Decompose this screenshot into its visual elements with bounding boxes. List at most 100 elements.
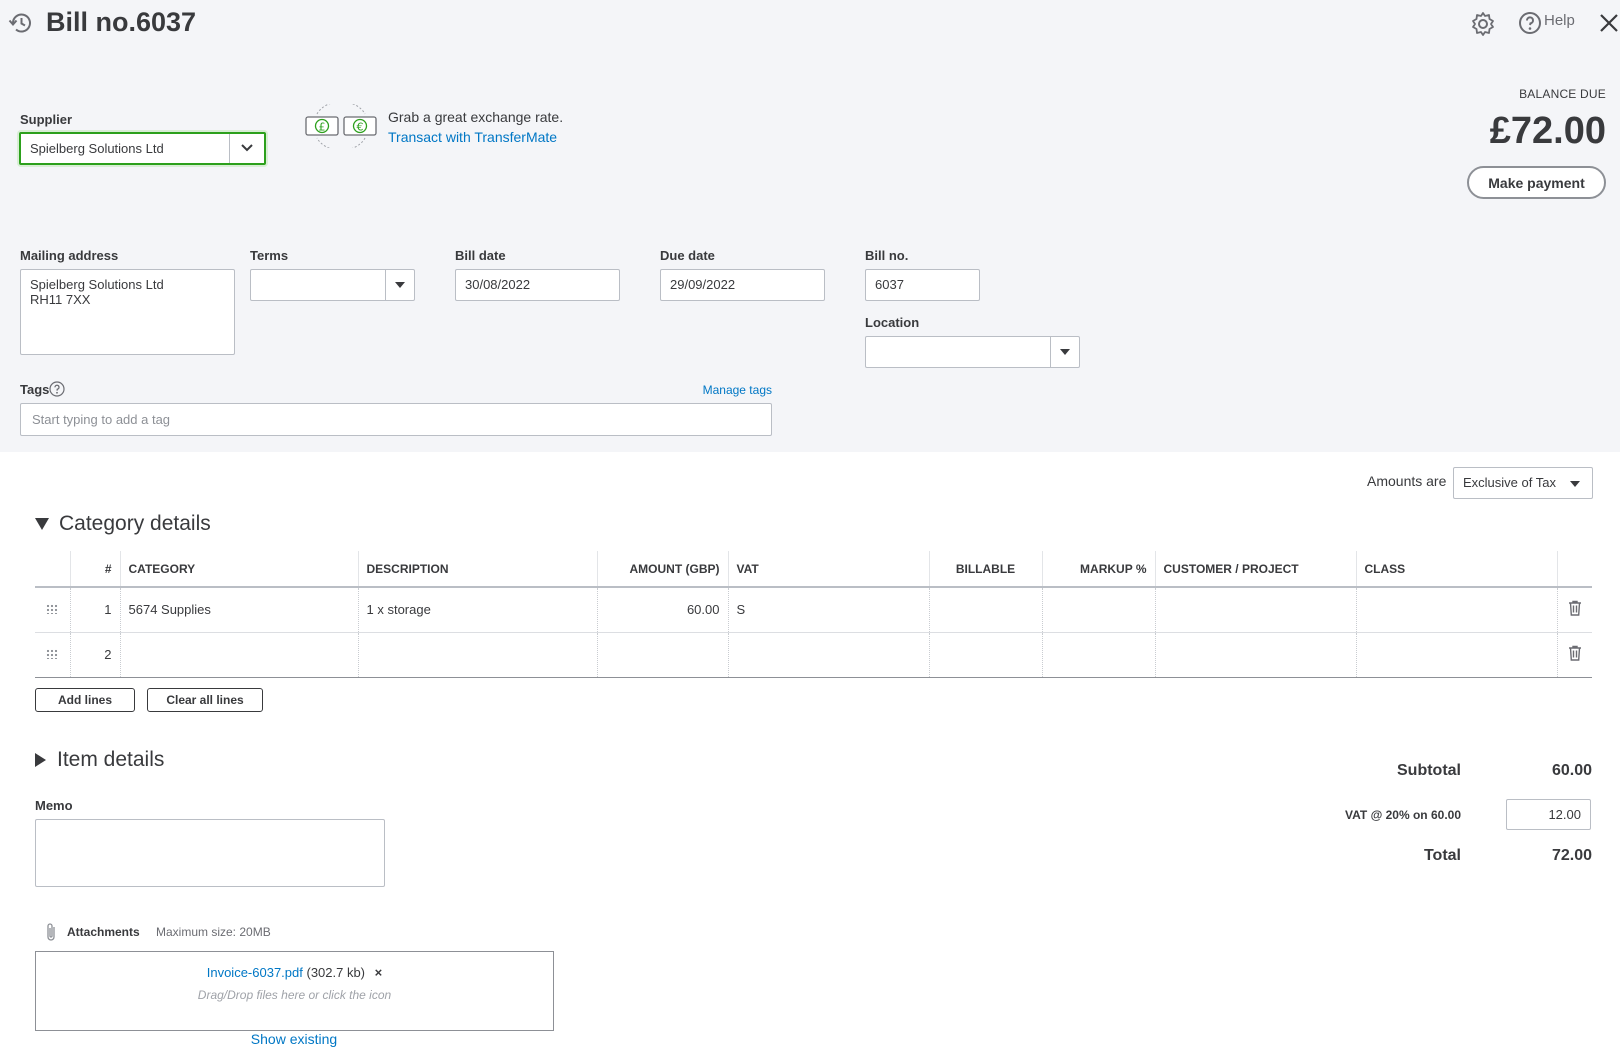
row-description[interactable] — [357, 632, 597, 678]
col-amount: AMOUNT (GBP) — [596, 551, 728, 588]
table-row[interactable]: 2 — [35, 632, 1592, 678]
col-vat: VAT — [727, 551, 929, 588]
row-billable[interactable] — [928, 587, 1042, 633]
svg-text:£: £ — [319, 121, 326, 134]
help-label: Help — [1544, 12, 1575, 29]
vat-amount-field[interactable]: 12.00 — [1506, 799, 1591, 830]
row-number: 2 — [69, 632, 120, 678]
row-description[interactable]: 1 x storage — [357, 587, 597, 633]
total-value: 72.00 — [1551, 847, 1592, 864]
location-dropdown-toggle[interactable] — [1050, 337, 1079, 367]
location-select[interactable] — [865, 336, 1080, 368]
table-header-row: # CATEGORY DESCRIPTION AMOUNT (GBP) VAT … — [35, 551, 1592, 588]
caret-down-icon — [1060, 349, 1070, 355]
category-details-toggle[interactable]: Category details — [35, 512, 211, 536]
row-delete-cell[interactable] — [1556, 632, 1592, 678]
supplier-select[interactable]: Spielberg Solutions Ltd — [19, 132, 266, 165]
row-markup[interactable] — [1041, 587, 1155, 633]
paperclip-icon[interactable] — [45, 922, 57, 942]
terms-select[interactable] — [250, 269, 415, 301]
trash-icon[interactable] — [1568, 645, 1582, 664]
row-vat[interactable]: S — [727, 587, 929, 633]
vat-label: VAT @ 20% on 60.00 — [1345, 808, 1461, 822]
bill-date-field[interactable]: 30/08/2022 — [455, 269, 620, 301]
bill-no-field[interactable]: 6037 — [865, 269, 980, 301]
row-customer-project[interactable] — [1154, 632, 1356, 678]
mailing-address-field[interactable]: Spielberg Solutions Ltd RH11 7XX — [20, 269, 235, 355]
table-row[interactable]: 1 5674 Supplies 1 x storage 60.00 S — [35, 587, 1592, 633]
drag-handle-icon[interactable] — [46, 649, 59, 659]
exchange-icon: £ € — [303, 101, 379, 151]
balance-due-label: BALANCE DUE — [1519, 87, 1606, 101]
memo-field[interactable] — [35, 819, 385, 887]
mailing-address-label: Mailing address — [20, 248, 119, 263]
row-amount[interactable]: 60.00 — [596, 587, 728, 633]
col-markup: MARKUP % — [1041, 551, 1155, 588]
total-label: Total — [1423, 847, 1461, 864]
tags-input[interactable]: Start typing to add a tag — [20, 403, 772, 436]
gear-icon[interactable] — [1470, 11, 1496, 37]
item-details-title: Item details — [57, 748, 165, 771]
amounts-are-select[interactable]: Exclusive of Tax — [1453, 467, 1593, 499]
row-vat[interactable] — [727, 632, 929, 678]
clear-all-lines-button[interactable]: Clear all lines — [147, 688, 263, 712]
caret-down-icon — [1570, 481, 1580, 487]
balance-due-amount: £72.00 — [1489, 110, 1606, 152]
attachments-label: Attachments — [67, 925, 140, 939]
history-icon[interactable] — [8, 10, 34, 36]
dropzone-hint: Drag/Drop files here or click the icon — [197, 988, 392, 1002]
row-drag-cell[interactable] — [35, 587, 70, 633]
make-payment-button[interactable]: Make payment — [1467, 166, 1606, 199]
due-date-label: Due date — [660, 248, 715, 263]
due-date-field[interactable]: 29/09/2022 — [660, 269, 825, 301]
row-billable[interactable] — [928, 632, 1042, 678]
question-icon[interactable] — [49, 381, 65, 397]
transfermate-link[interactable]: Transact with TransferMate — [388, 129, 557, 145]
row-markup[interactable] — [1041, 632, 1155, 678]
caret-down-icon — [35, 518, 49, 530]
subtotal-value: 60.00 — [1551, 762, 1592, 779]
bill-header-panel — [0, 0, 1620, 452]
close-icon[interactable] — [1599, 13, 1619, 33]
row-delete-cell[interactable] — [1556, 587, 1592, 633]
row-class[interactable] — [1355, 632, 1557, 678]
subtotal-label: Subtotal — [1397, 762, 1461, 779]
attachments-dropzone[interactable]: Invoice-6037.pdf (302.7 kb) × Drag/Drop … — [35, 951, 554, 1031]
bill-date-label: Bill date — [455, 248, 506, 263]
row-drag-cell[interactable] — [35, 632, 70, 678]
col-billable: BILLABLE — [928, 551, 1042, 588]
tags-placeholder: Start typing to add a tag — [32, 412, 171, 427]
col-number: # — [69, 551, 120, 588]
remove-attachment-icon[interactable]: × — [375, 965, 383, 980]
svg-text:€: € — [357, 121, 364, 134]
caret-right-icon — [35, 753, 46, 767]
row-category[interactable]: 5674 Supplies — [119, 587, 358, 633]
col-category: CATEGORY — [119, 551, 358, 588]
help-icon — [1518, 11, 1542, 35]
show-existing-link[interactable]: Show existing — [0, 1031, 588, 1047]
col-customer-project: CUSTOMER / PROJECT — [1154, 551, 1356, 588]
trash-icon[interactable] — [1568, 600, 1582, 619]
terms-dropdown-toggle[interactable] — [385, 270, 414, 300]
item-details-toggle[interactable]: Item details — [35, 748, 164, 772]
chevron-down-icon — [240, 140, 254, 158]
attachment-file: Invoice-6037.pdf (302.7 kb) × — [36, 965, 553, 980]
row-category[interactable] — [119, 632, 358, 678]
col-description: DESCRIPTION — [357, 551, 597, 588]
amounts-are-label: Amounts are — [1367, 473, 1447, 489]
supplier-dropdown-toggle[interactable] — [229, 134, 264, 163]
row-number: 1 — [69, 587, 120, 633]
row-amount[interactable] — [596, 632, 728, 678]
terms-label: Terms — [250, 248, 289, 263]
help-button[interactable]: Help — [1518, 11, 1575, 37]
caret-down-icon — [395, 282, 405, 288]
drag-handle-icon[interactable] — [46, 604, 59, 615]
manage-tags-link[interactable]: Manage tags — [703, 383, 772, 397]
row-customer-project[interactable] — [1154, 587, 1356, 633]
attachments-max-size: Maximum size: 20MB — [156, 925, 271, 939]
attachment-file-link[interactable]: Invoice-6037.pdf — [207, 965, 303, 980]
location-label: Location — [865, 315, 920, 330]
row-class[interactable] — [1355, 587, 1557, 633]
add-lines-button[interactable]: Add lines — [35, 688, 135, 712]
category-details-title: Category details — [59, 512, 211, 535]
